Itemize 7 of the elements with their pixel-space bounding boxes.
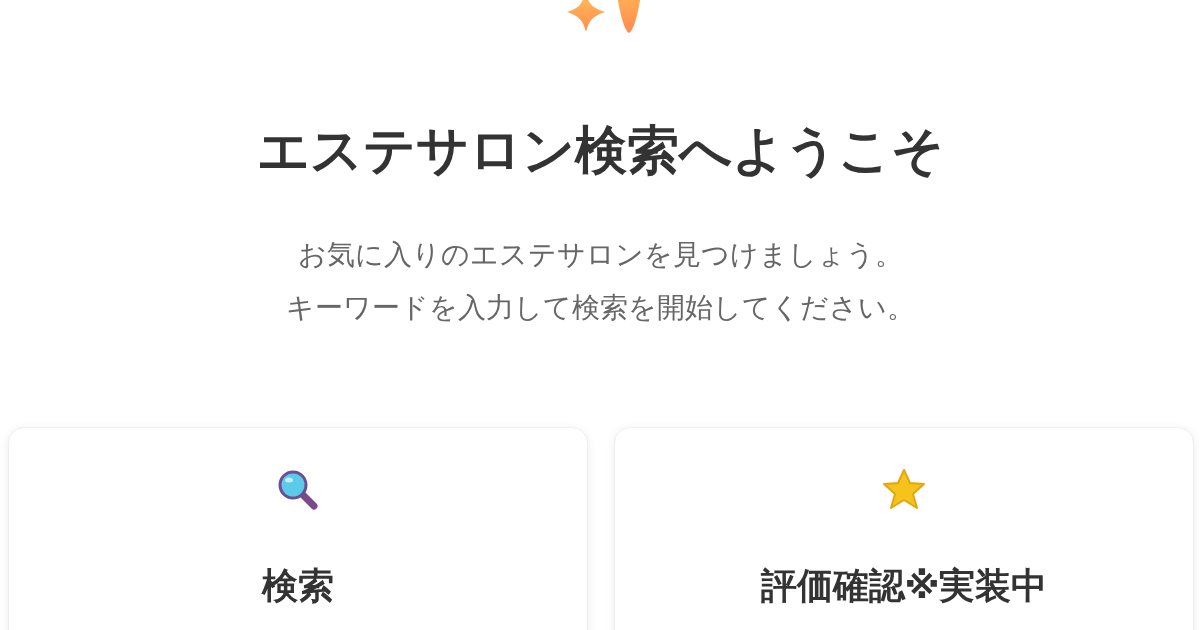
subtitle-text: お気に入りのエステサロンを見つけましょう。 bbox=[297, 237, 903, 273]
subtitle-text: キーワードを入力して検索を開始してください。 bbox=[285, 290, 915, 326]
star-icon bbox=[882, 468, 926, 512]
card-title: 評価確認※実装中 bbox=[760, 564, 1048, 608]
search-icon bbox=[276, 468, 320, 512]
page-title: エステサロン検索へようこそ bbox=[255, 119, 945, 181]
card-title: 検索 bbox=[262, 564, 334, 608]
